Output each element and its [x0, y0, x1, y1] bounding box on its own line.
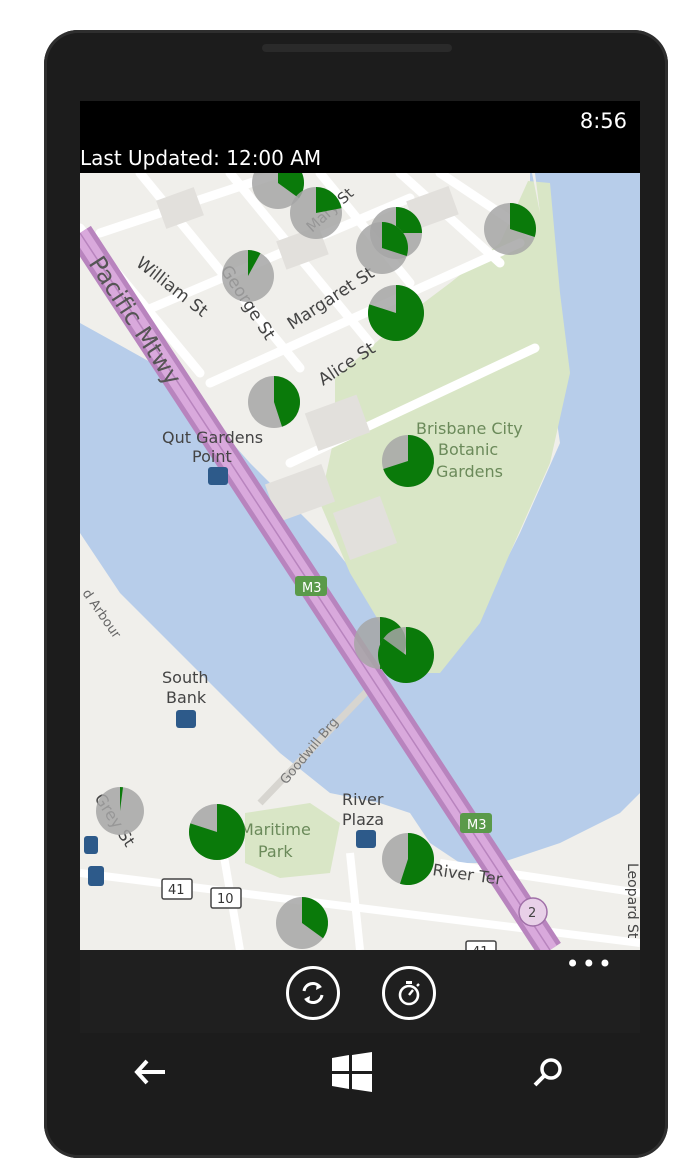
- refresh-icon: [302, 982, 324, 1004]
- timer-icon: [398, 981, 420, 1006]
- pie-marker[interactable]: [290, 187, 342, 239]
- route-10-shield: 10: [210, 887, 242, 909]
- pie-marker[interactable]: [96, 787, 144, 835]
- label-botanic-1: Brisbane City: [416, 419, 523, 438]
- clock: 8:56: [579, 109, 627, 133]
- last-updated-text: Last Updated: 12:00 AM: [80, 146, 322, 170]
- m3-shield-bottom: M3: [460, 813, 492, 833]
- pie-marker[interactable]: [368, 285, 425, 341]
- label-south-2: Bank: [166, 688, 207, 707]
- label-botanic-3: Gardens: [436, 462, 503, 481]
- pie-marker[interactable]: [248, 376, 300, 428]
- svg-text:M3: M3: [302, 581, 322, 596]
- phone-screen: 8:56 Last Updated: 12:00 AM Pacific Mtwy…: [80, 101, 640, 1033]
- app-bar: •••: [80, 950, 640, 1033]
- label-south-1: South: [162, 668, 209, 687]
- pie-marker[interactable]: [484, 203, 536, 255]
- pie-marker[interactable]: [276, 897, 328, 949]
- search-button[interactable]: [530, 1054, 566, 1090]
- pie-marker[interactable]: [356, 222, 409, 274]
- route-41b-shield: 41: [465, 940, 497, 950]
- svg-text:41: 41: [168, 883, 185, 898]
- pie-marker[interactable]: [382, 833, 435, 886]
- pie-marker[interactable]: [382, 435, 434, 488]
- maritime-park: [245, 803, 340, 878]
- label-qut-point: Point: [192, 447, 232, 466]
- pie-marker[interactable]: [189, 804, 245, 861]
- back-button[interactable]: [130, 1052, 170, 1092]
- label-river-1: River: [342, 790, 384, 809]
- svg-text:2: 2: [528, 906, 536, 921]
- svg-text:M3: M3: [467, 818, 487, 833]
- pie-marker[interactable]: [378, 627, 435, 683]
- svg-text:10: 10: [217, 892, 234, 907]
- back-arrow-icon: [134, 1059, 165, 1085]
- speaker-grille: [262, 44, 452, 52]
- label-river-2: Plaza: [342, 810, 384, 829]
- status-bar: 8:56: [80, 101, 640, 141]
- route-41-shield: 41: [161, 878, 193, 900]
- label-qut-gardens: Qut Gardens: [162, 428, 263, 447]
- map-view[interactable]: Pacific Mtwy William St George St Margar…: [80, 173, 640, 950]
- m3-shield-top: M3: [295, 576, 327, 596]
- start-button[interactable]: [330, 1050, 374, 1094]
- label-leopard-st: Leopard St: [624, 863, 640, 939]
- windows-logo-icon: [332, 1052, 372, 1092]
- route-2-shield: 2: [518, 897, 548, 927]
- label-maritime-1: Maritime: [240, 820, 311, 839]
- label-botanic-2: Botanic: [438, 440, 498, 459]
- more-options-button[interactable]: •••: [566, 952, 614, 976]
- search-icon: [533, 1058, 562, 1087]
- pie-marker[interactable]: [222, 250, 274, 302]
- refresh-button[interactable]: [286, 966, 340, 1020]
- label-maritime-2: Park: [258, 842, 293, 861]
- timer-button[interactable]: [382, 966, 436, 1020]
